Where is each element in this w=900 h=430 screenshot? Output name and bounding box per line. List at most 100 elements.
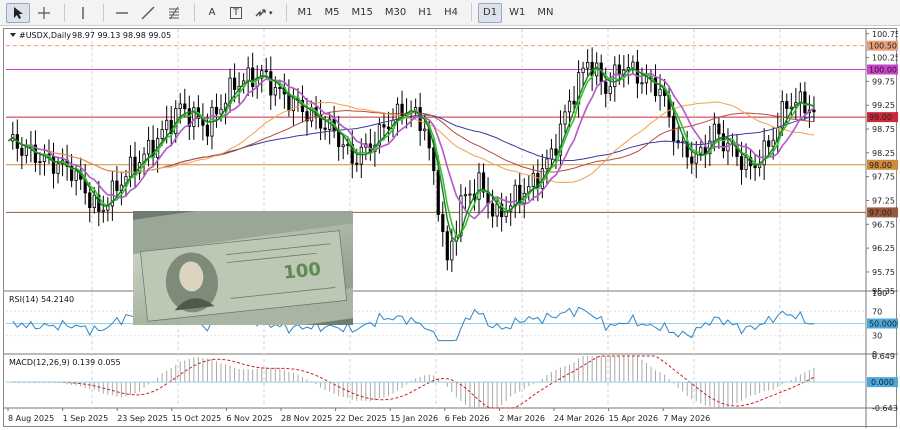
banknote-denomination: 100 <box>282 259 322 284</box>
fibonacci-icon <box>169 6 179 19</box>
timeframe-h4-button[interactable]: H4 <box>439 3 463 23</box>
candle-body <box>38 161 42 163</box>
candle-body <box>567 100 572 113</box>
timeframe-mn-button[interactable]: MN <box>532 3 558 23</box>
price-level-label: 100.50 <box>869 42 897 51</box>
candle-body <box>355 162 359 165</box>
rsi-pane-title: RSI(14) 54.2140 <box>9 295 74 304</box>
text-label-tool-button[interactable]: T <box>225 3 247 23</box>
horizontal-line-icon <box>116 11 128 14</box>
candle-body <box>780 101 784 129</box>
cursor-tool-button[interactable] <box>6 2 30 23</box>
date-axis-label: 22 Dec 2025 <box>336 414 387 423</box>
candle-body <box>513 184 517 207</box>
timeframe-d1-button[interactable]: D1 <box>478 2 503 23</box>
candle-body <box>545 158 549 170</box>
price-tick-label: 100.75 <box>872 30 898 39</box>
candle-body <box>51 156 56 174</box>
timeframe-h1-button[interactable]: H1 <box>413 3 437 23</box>
toolbar-separator <box>103 3 104 22</box>
candle-body <box>115 180 119 192</box>
candle-body <box>441 214 445 233</box>
horizontal-line-tool-button[interactable] <box>110 3 134 23</box>
chart-menu-triangle-icon[interactable] <box>10 33 16 37</box>
candle-body <box>581 67 585 74</box>
candle-body <box>251 67 255 88</box>
price-tick-label: 96.75 <box>872 220 895 229</box>
rsi-tick-label: 30 <box>872 332 882 341</box>
timeframe-w1-button[interactable]: W1 <box>504 3 530 23</box>
price-tick-label: 99.75 <box>872 77 895 86</box>
cursor-icon <box>14 6 23 19</box>
hundred-dollar-bills-photo: 100 <box>133 211 353 325</box>
candle-body <box>717 123 721 135</box>
candle-body <box>165 119 169 130</box>
date-axis-label: 8 Aug 2025 <box>8 414 54 423</box>
price-tick-label: 97.75 <box>872 173 895 182</box>
candle-body <box>359 146 363 165</box>
price-level-label: 100.00 <box>869 65 897 74</box>
ma-line-purple <box>7 72 815 220</box>
chart-window[interactable]: 100.50 100.00 99.00 98.00 97.00 100.75 100.25 9… <box>3 28 898 428</box>
candle-body <box>20 147 24 156</box>
candle-body <box>631 61 635 68</box>
candle-body <box>101 209 105 212</box>
timeframe-m1-button[interactable]: M1 <box>293 3 318 23</box>
trendline-tool-button[interactable] <box>136 3 160 23</box>
candle-body <box>490 203 495 217</box>
candle-body <box>739 156 744 170</box>
candle-body <box>219 108 223 115</box>
candle-body <box>323 127 327 130</box>
price-tick-label: 97.25 <box>872 196 895 205</box>
timeframe-m30-button[interactable]: M30 <box>380 3 411 23</box>
date-axis-label: 2 Mar 2026 <box>499 414 545 423</box>
candle-body <box>395 103 400 121</box>
candle-body <box>246 67 250 82</box>
candle-body <box>608 86 612 94</box>
toolbar-separator <box>64 3 65 22</box>
rsi-tick-label: 100 <box>872 289 887 298</box>
chart-toolbar: A T ▾ M1 M5 M15 M30 H1 H4 D1 W1 MN <box>0 0 900 26</box>
candle-body <box>382 124 386 128</box>
candle-body <box>563 111 567 125</box>
toolbar-separator <box>194 3 195 22</box>
candle-body <box>658 88 662 97</box>
price-level-label: 98.00 <box>869 161 892 170</box>
candle-body <box>24 146 28 156</box>
price-tick-label: 96.25 <box>872 244 895 253</box>
price-tick-label: 98.25 <box>872 149 895 158</box>
candle-body <box>92 194 96 208</box>
candle-body <box>232 77 237 90</box>
date-axis-label: 6 Nov 2025 <box>226 414 272 423</box>
candle-body <box>386 126 391 130</box>
candle-body <box>617 64 621 76</box>
vertical-line-tool-button[interactable] <box>71 3 95 23</box>
candle-body <box>133 156 137 174</box>
text-tool-button[interactable]: A <box>201 3 223 23</box>
timeframe-m15-button[interactable]: M15 <box>347 3 378 23</box>
arrows-tool-button[interactable]: ▾ <box>249 3 278 23</box>
fibonacci-tool-button[interactable] <box>162 3 186 23</box>
date-axis-label: 15 Oct 2025 <box>172 414 221 423</box>
candle-body <box>572 100 576 105</box>
price-level-label: 99.00 <box>869 113 892 122</box>
candle-body <box>269 71 273 96</box>
candle-body <box>178 103 182 110</box>
candle-body <box>56 163 60 174</box>
candle-body <box>690 156 694 164</box>
date-axis-label: 23 Sep 2025 <box>117 414 168 423</box>
candle-body <box>183 103 187 110</box>
candle-body <box>785 101 789 109</box>
date-axis-label: 24 Mar 2026 <box>554 414 605 423</box>
candle-body <box>214 106 219 115</box>
candle-body <box>128 156 133 178</box>
crosshair-tool-button[interactable] <box>32 3 56 23</box>
candle-body <box>789 106 793 109</box>
price-level-label: 97.00 <box>869 208 892 217</box>
timeframe-m5-button[interactable]: M5 <box>320 3 345 23</box>
arrows-icon <box>255 8 266 17</box>
crosshair-icon <box>38 6 50 19</box>
candle-body <box>423 128 427 132</box>
trendline-icon <box>141 6 155 19</box>
macd-tick-label: 0.000 <box>871 378 894 387</box>
